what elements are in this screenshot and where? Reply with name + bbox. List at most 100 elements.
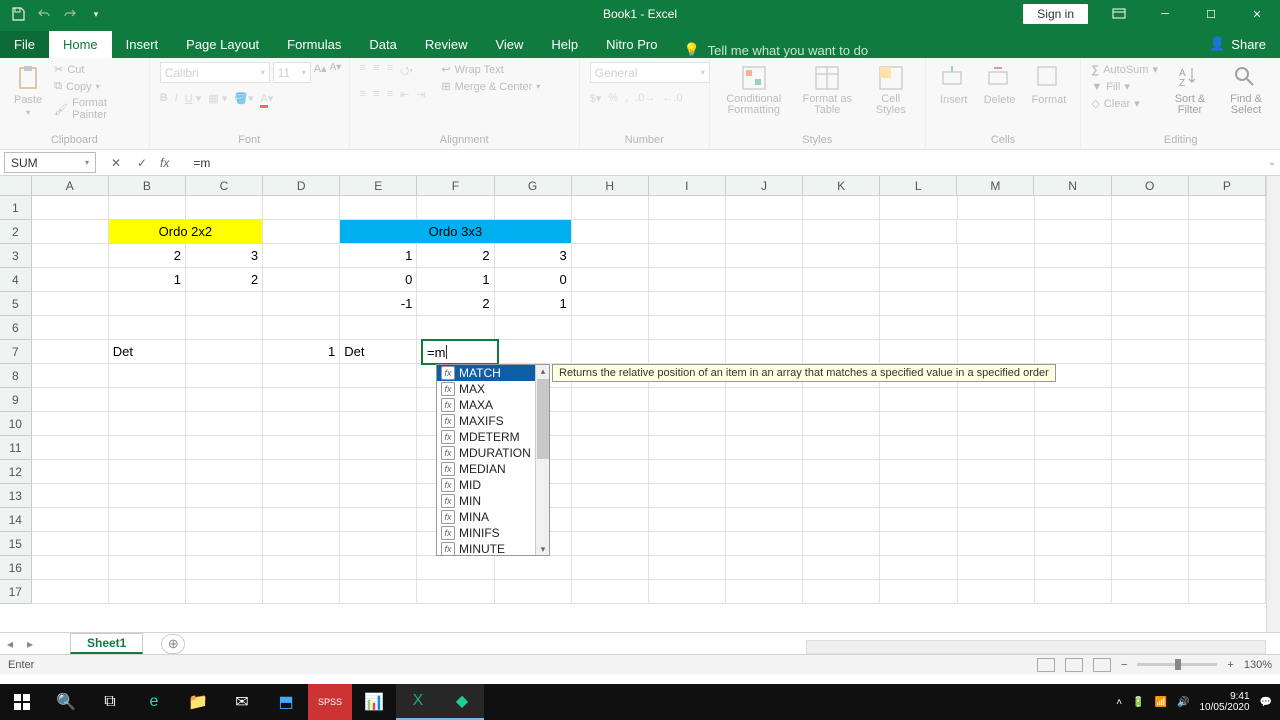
cell-J13[interactable] [726,484,803,508]
cell-J12[interactable] [726,460,803,484]
cell-H16[interactable] [572,556,649,580]
cell-D4[interactable] [263,268,340,292]
cell-N6[interactable] [1035,316,1112,340]
cut-button[interactable]: ✂Cut [54,62,139,77]
cell-O16[interactable] [1112,556,1189,580]
cell-O9[interactable] [1112,388,1189,412]
cell-C12[interactable] [186,460,263,484]
cell-O12[interactable] [1112,460,1189,484]
cell-G1[interactable] [495,196,572,220]
start-button[interactable] [0,684,44,720]
ribbon-display-icon[interactable] [1096,0,1142,28]
cell-I2[interactable] [649,220,726,244]
cell-C13[interactable] [186,484,263,508]
cell-N15[interactable] [1035,532,1112,556]
cell-B4[interactable]: 1 [109,268,186,292]
column-header-A[interactable]: A [32,176,109,195]
cell-H12[interactable] [572,460,649,484]
cell-D11[interactable] [263,436,340,460]
cell-L1[interactable] [880,196,957,220]
align-right-icon[interactable]: ≡ [387,88,393,101]
column-header-L[interactable]: L [880,176,957,195]
cell-B13[interactable] [109,484,186,508]
cell-K6[interactable] [803,316,880,340]
cell-M15[interactable] [958,532,1035,556]
cell-J1[interactable] [726,196,803,220]
close-button[interactable]: ✕ [1234,0,1280,28]
column-header-I[interactable]: I [649,176,726,195]
cell-I15[interactable] [649,532,726,556]
row-header-14[interactable]: 14 [0,508,32,532]
cell-D7[interactable]: 1 [263,340,340,364]
cell-P10[interactable] [1189,412,1266,436]
cell-B8[interactable] [109,364,186,388]
cell-E5[interactable]: -1 [340,292,417,316]
cell-G7[interactable] [495,340,572,364]
cell-H1[interactable] [572,196,649,220]
cell-N5[interactable] [1035,292,1112,316]
paste-button[interactable]: Paste▾ [10,62,46,119]
cell-F16[interactable] [417,556,494,580]
cell-E14[interactable] [340,508,417,532]
align-mid-icon[interactable]: ≡ [373,62,379,81]
cell-I5[interactable] [649,292,726,316]
autocomplete-item-min[interactable]: fxMIN [437,493,549,509]
cell-N9[interactable] [1035,388,1112,412]
cell-E2[interactable]: Ordo 3x3 [340,220,571,244]
formula-input[interactable] [189,156,1264,170]
cell-A6[interactable] [32,316,109,340]
cell-L2[interactable] [880,220,957,244]
sign-in-button[interactable]: Sign in [1023,4,1088,24]
cell-I13[interactable] [649,484,726,508]
cell-A3[interactable] [32,244,109,268]
autocomplete-item-match[interactable]: fxMATCH [437,365,549,381]
cell-A13[interactable] [32,484,109,508]
tab-nitro[interactable]: Nitro Pro [592,31,671,58]
dec-decimal-icon[interactable]: ←.0 [662,92,682,105]
cell-G6[interactable] [495,316,572,340]
cell-P8[interactable] [1189,364,1266,388]
align-center-icon[interactable]: ≡ [373,88,379,101]
row-header-15[interactable]: 15 [0,532,32,556]
autocomplete-item-mid[interactable]: fxMID [437,477,549,493]
cell-I16[interactable] [649,556,726,580]
align-bot-icon[interactable]: ≡ [387,62,393,81]
fx-icon[interactable]: fx [160,156,169,170]
tray-chevron-icon[interactable]: ˄ [1116,697,1122,708]
cell-G3[interactable]: 3 [495,244,572,268]
cell-L11[interactable] [880,436,957,460]
cell-I11[interactable] [649,436,726,460]
cell-B12[interactable] [109,460,186,484]
wifi-icon[interactable]: 📶 [1155,697,1167,708]
cell-A14[interactable] [32,508,109,532]
cell-D8[interactable] [263,364,340,388]
cell-P16[interactable] [1189,556,1266,580]
font-color-button[interactable]: A▾ [260,92,273,105]
cell-H10[interactable] [572,412,649,436]
cell-K1[interactable] [803,196,880,220]
increase-font-icon[interactable]: A▴ [314,62,327,83]
column-header-M[interactable]: M [957,176,1034,195]
cell-C1[interactable] [186,196,263,220]
indent-inc-icon[interactable]: ⇥ [416,88,425,101]
tab-formulas[interactable]: Formulas [273,31,355,58]
cell-K17[interactable] [803,580,880,604]
cell-A7[interactable] [32,340,109,364]
cell-H5[interactable] [572,292,649,316]
cell-I6[interactable] [649,316,726,340]
cell-A4[interactable] [32,268,109,292]
cell-G4[interactable]: 0 [495,268,572,292]
cell-F4[interactable]: 1 [417,268,494,292]
cell-L13[interactable] [880,484,957,508]
task-view-button[interactable]: ⧉ [88,684,132,720]
cell-K2[interactable] [803,220,880,244]
sort-filter-button[interactable]: AZSort & Filter [1166,62,1214,118]
cell-M9[interactable] [958,388,1035,412]
cell-N10[interactable] [1035,412,1112,436]
cell-I17[interactable] [649,580,726,604]
cell-B2[interactable]: Ordo 2x2 [109,220,263,244]
bold-button[interactable]: B [160,92,168,105]
autocomplete-item-mdeterm[interactable]: fxMDETERM [437,429,549,445]
cell-M16[interactable] [958,556,1035,580]
cancel-formula-button[interactable]: ✕ [108,156,124,170]
